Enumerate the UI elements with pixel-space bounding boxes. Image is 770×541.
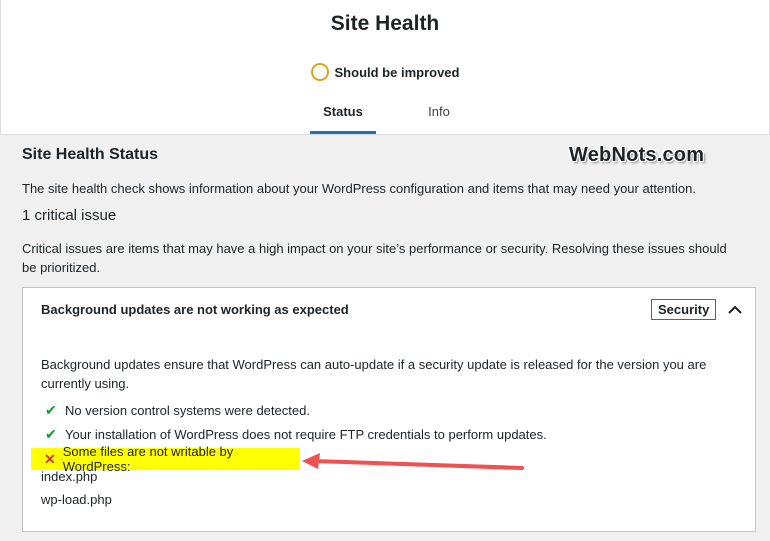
file-name: wp-load.php xyxy=(41,492,112,507)
check-item: ✔ No version control systems were detect… xyxy=(45,402,310,419)
x-icon: ✕ xyxy=(44,450,56,467)
issue-description: Background updates ensure that WordPress… xyxy=(41,357,707,391)
tab-status[interactable]: Status xyxy=(310,100,376,134)
section-title: Site Health Status xyxy=(22,146,159,163)
security-badge: Security xyxy=(651,299,717,320)
tab-bar: Status Info xyxy=(1,100,769,134)
status-text: Should be improved xyxy=(334,64,460,80)
annotation-arrow-icon xyxy=(302,453,524,470)
critical-description: Critical issues are items that may have … xyxy=(22,241,727,275)
check-text: Your installation of WordPress does not … xyxy=(65,427,547,442)
check-text: No version control systems were detected… xyxy=(65,403,310,418)
check-item: ✔ Your installation of WordPress does no… xyxy=(45,426,547,443)
critical-count: 1 critical issue xyxy=(22,207,117,224)
watermark-logo: WebNots.com xyxy=(569,144,705,166)
check-icon: ✔ xyxy=(45,426,57,442)
file-name: index.php xyxy=(41,469,98,484)
error-item: ✕ Some files are not writable by WordPre… xyxy=(31,444,300,474)
page-header: Site Health Should be improved Status In… xyxy=(0,0,770,135)
page-title: Site Health xyxy=(330,12,440,35)
tab-info[interactable]: Info xyxy=(411,100,467,134)
check-icon: ✔ xyxy=(45,402,57,418)
section-description: The site health check shows information … xyxy=(22,181,696,196)
health-status: Should be improved xyxy=(1,63,769,81)
issue-title[interactable]: Background updates are not working as ex… xyxy=(41,302,349,317)
chevron-up-icon[interactable] xyxy=(725,300,745,320)
error-text: Some files are not writable by WordPress… xyxy=(62,444,234,474)
status-ring-icon xyxy=(310,63,329,81)
issue-panel: Background updates are not working as ex… xyxy=(22,287,756,532)
